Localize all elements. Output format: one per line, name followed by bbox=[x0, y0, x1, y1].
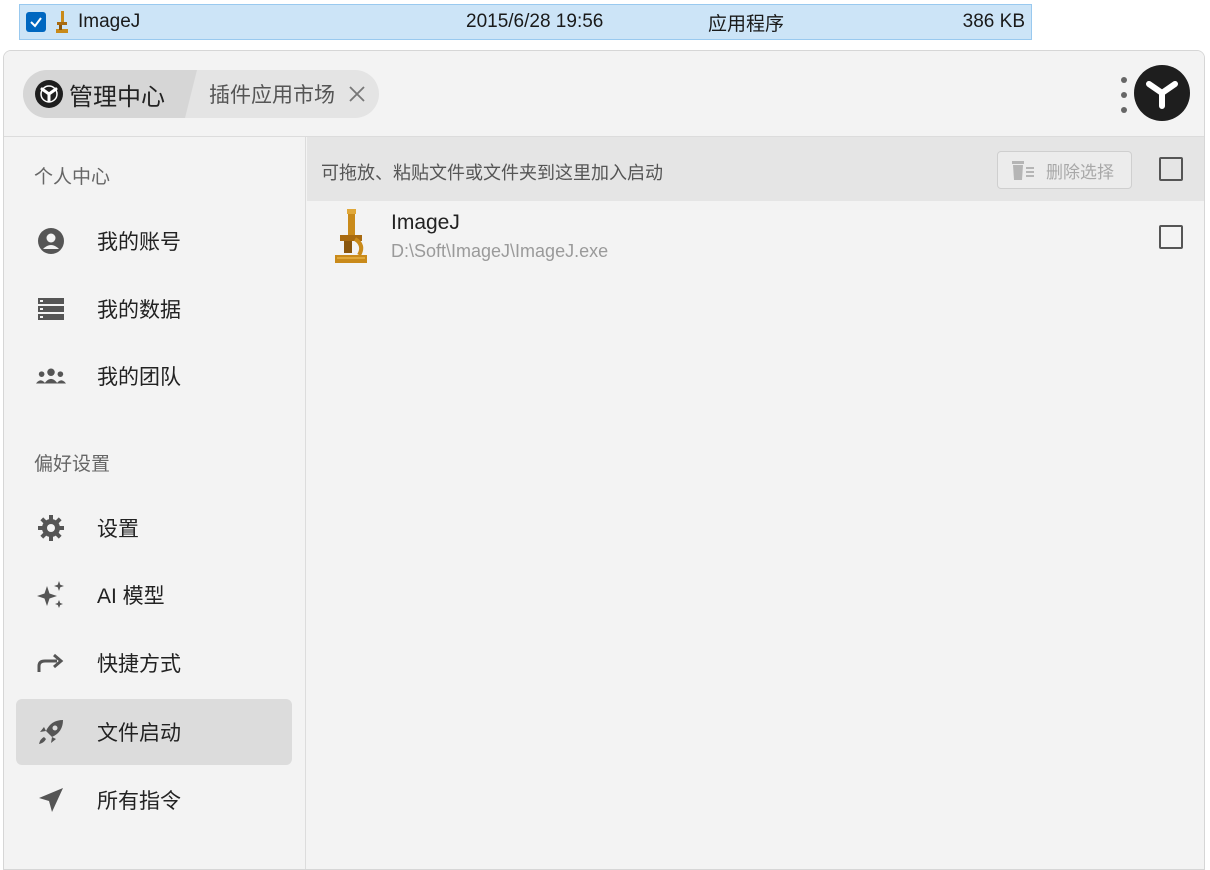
sparkle-icon bbox=[36, 580, 66, 610]
drop-hint: 可拖放、粘贴文件或文件夹到这里加入启动 bbox=[321, 163, 663, 183]
team-icon bbox=[36, 361, 66, 391]
delete-selected-label: 删除选择 bbox=[1046, 162, 1114, 182]
select-all-checkbox[interactable] bbox=[1159, 157, 1183, 181]
sidebar: 个人中心 我的账号 我的数据 我的团队 偏好设置 设置 AI 模型 快捷方式 文… bbox=[4, 137, 306, 869]
tab-plugin-market-label: 插件应用市场 bbox=[209, 84, 335, 107]
file-type: 应用程序 bbox=[708, 13, 785, 35]
app-logo-icon bbox=[35, 80, 63, 108]
tab-plugin-market[interactable]: 插件应用市场 bbox=[185, 70, 379, 118]
app-path: D:\Soft\ImageJ\ImageJ.exe bbox=[391, 241, 609, 261]
sidebar-item-ai-model[interactable]: AI 模型 bbox=[16, 562, 292, 628]
sidebar-item-settings[interactable]: 设置 bbox=[16, 495, 292, 561]
tab-admin-center[interactable]: 管理中心 bbox=[23, 70, 197, 118]
tab-admin-center-label: 管理中心 bbox=[69, 83, 165, 111]
file-size: 386 KB bbox=[962, 11, 1025, 32]
send-icon bbox=[36, 785, 66, 815]
share-arrow-icon bbox=[36, 648, 66, 678]
sidebar-item-shortcuts[interactable]: 快捷方式 bbox=[16, 630, 292, 696]
app-logo-icon bbox=[1146, 81, 1178, 109]
close-icon[interactable] bbox=[347, 84, 367, 104]
sidebar-item-team[interactable]: 我的团队 bbox=[16, 343, 292, 409]
trash-icon bbox=[1012, 161, 1034, 180]
sidebar-item-account[interactable]: 我的账号 bbox=[16, 208, 292, 274]
row-checkbox[interactable] bbox=[26, 12, 46, 32]
file-date: 2015/6/28 19:56 bbox=[466, 11, 604, 32]
list-item[interactable]: ImageJ D:\Soft\ImageJ\ImageJ.exe bbox=[307, 203, 1204, 273]
account-circle-icon bbox=[36, 226, 66, 256]
microscope-icon bbox=[335, 209, 367, 263]
sidebar-item-all-commands[interactable]: 所有指令 bbox=[16, 767, 292, 833]
tab-bar: 管理中心 插件应用市场 bbox=[23, 70, 379, 118]
more-menu-icon[interactable] bbox=[1118, 77, 1130, 113]
explorer-file-row[interactable]: ImageJ 2015/6/28 19:56 应用程序 386 KB bbox=[19, 4, 1032, 40]
app-window: 管理中心 插件应用市场 个人中心 我的账号 我的数据 我的团队 偏好设置 设置 … bbox=[3, 50, 1205, 870]
drop-zone[interactable]: 可拖放、粘贴文件或文件夹到这里加入启动 删除选择 bbox=[307, 137, 1204, 201]
section-preferences: 偏好设置 bbox=[34, 454, 111, 475]
check-icon bbox=[30, 17, 42, 28]
header: 管理中心 插件应用市场 bbox=[4, 51, 1204, 137]
file-name: ImageJ bbox=[78, 11, 141, 32]
sidebar-item-file-launch[interactable]: 文件启动 bbox=[16, 699, 292, 765]
avatar[interactable] bbox=[1134, 65, 1190, 121]
row-checkbox[interactable] bbox=[1159, 225, 1183, 249]
main-panel: 可拖放、粘贴文件或文件夹到这里加入启动 删除选择 ImageJ D:\Soft\… bbox=[307, 137, 1204, 869]
data-list-icon bbox=[36, 294, 66, 324]
microscope-icon bbox=[56, 11, 68, 33]
delete-selected-button[interactable]: 删除选择 bbox=[997, 151, 1132, 189]
app-name: ImageJ bbox=[391, 211, 460, 234]
gear-icon bbox=[36, 513, 66, 543]
sidebar-item-data[interactable]: 我的数据 bbox=[16, 276, 292, 342]
rocket-icon bbox=[36, 717, 66, 747]
section-personal: 个人中心 bbox=[34, 167, 111, 188]
